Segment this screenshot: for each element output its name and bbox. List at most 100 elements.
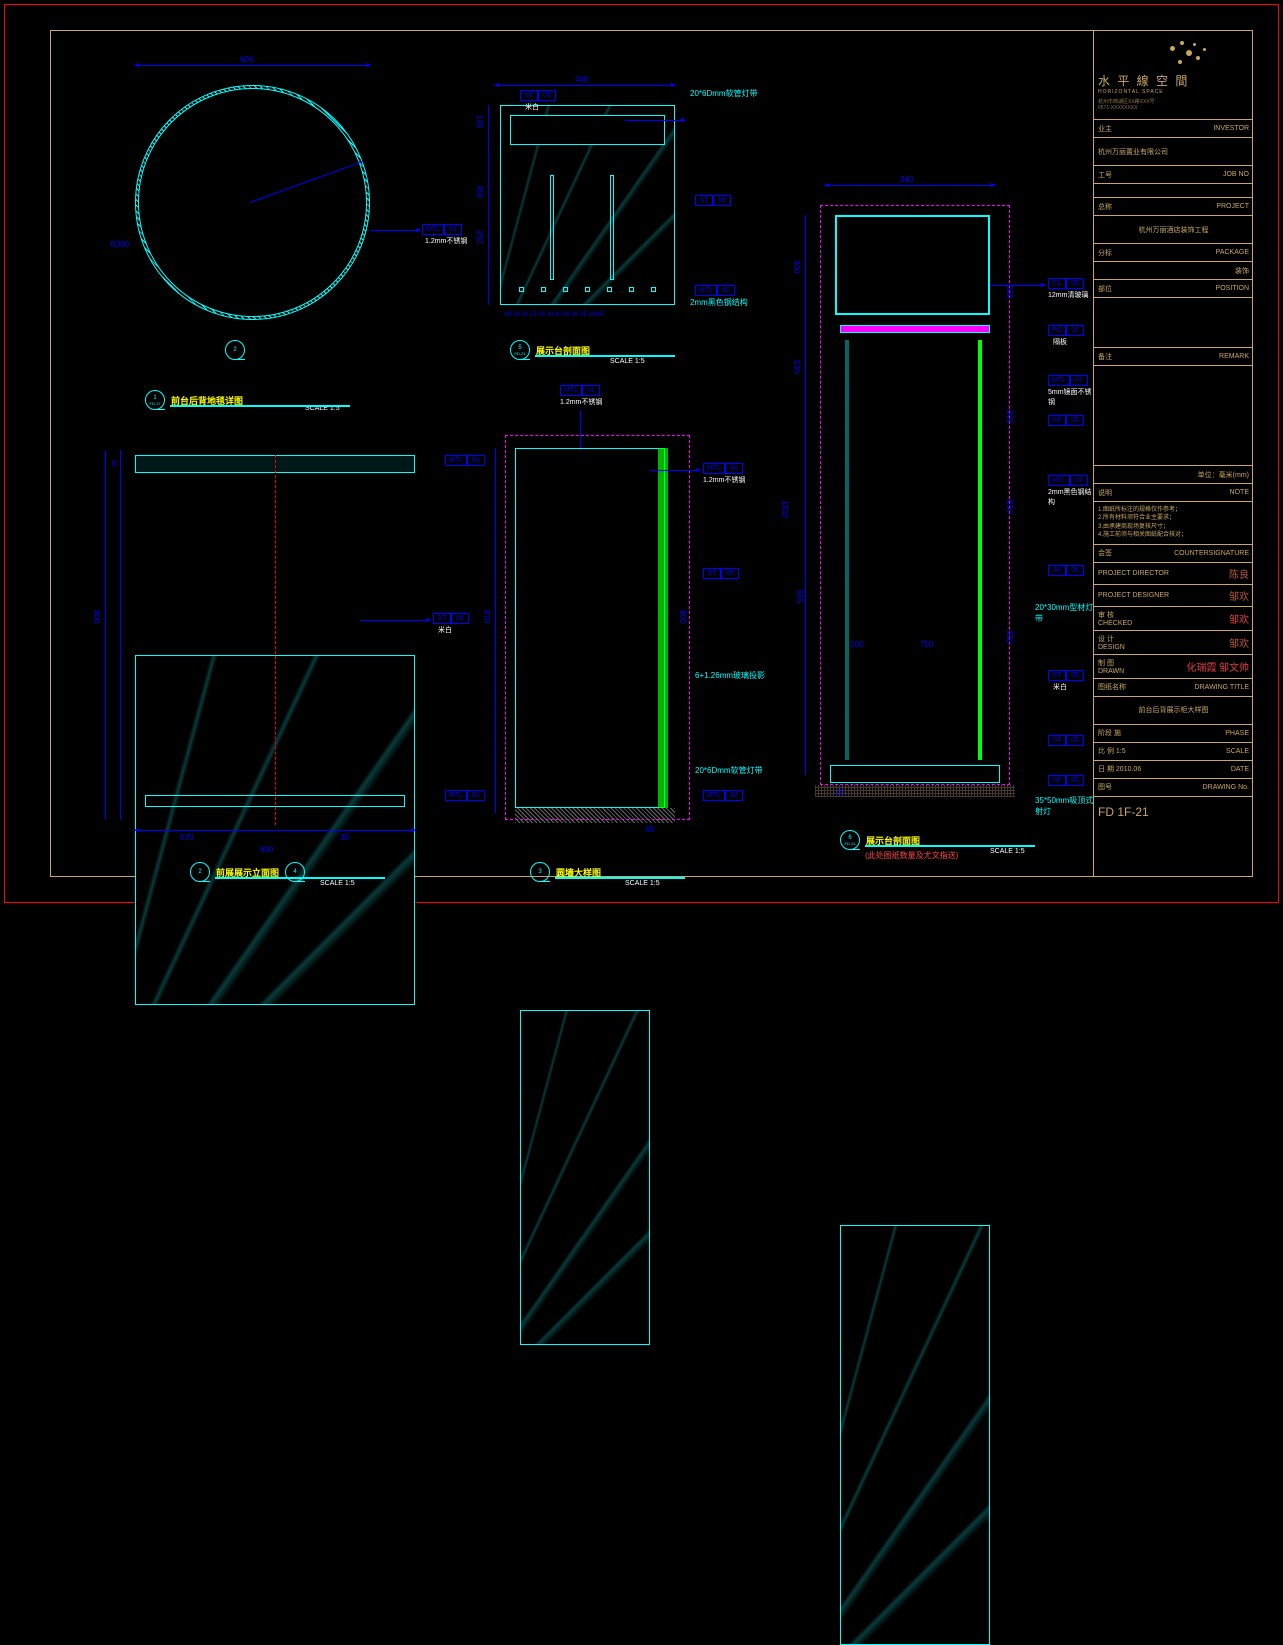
dim (135, 830, 415, 831)
tag: ST05 (1048, 670, 1084, 681)
v6note: (此处图纸数量及尤文指送) (865, 850, 958, 861)
drawing-number: FD 1F-21 (1094, 797, 1253, 827)
v6-glass (978, 340, 982, 760)
d100b: 100 (850, 640, 863, 649)
v6-top-box (835, 215, 990, 315)
v6-title: 6FD-21 展示台剖面图 (840, 830, 920, 850)
tag: SF05 (1048, 775, 1084, 786)
scale: SCALE 1:5 (610, 358, 645, 365)
investor-val: 杭州万丽置业有限公司 (1094, 138, 1253, 166)
v2-title: 2 前展展示立面图 4 (190, 862, 305, 882)
row-package: 分标PACKAGE (1094, 244, 1253, 262)
v6-base (830, 765, 1000, 783)
logo-area: 水 平 線 空 間 HORIZONTAL SPACE 杭州市西湖区XX路XXX号… (1094, 30, 1253, 120)
row-pd: PROJECT DIRECTOR陈良 (1094, 563, 1253, 585)
tag: MTL01 (445, 790, 485, 801)
dim-v (488, 105, 489, 305)
row-position: 部位POSITION (1094, 280, 1253, 298)
v3-title: 3 圆墙大样图 (530, 862, 601, 882)
dim-400: 400 (575, 75, 588, 84)
company-name-cn: 水 平 線 空 間 (1098, 72, 1249, 89)
ul (555, 877, 685, 879)
n: 12mm清玻璃 (1048, 290, 1088, 300)
company-name-en: HORIZONTAL SPACE (1098, 89, 1249, 95)
led-note: 20*6Dmm软管灯带 (690, 88, 758, 99)
row-note: 说明NOTE (1094, 484, 1253, 502)
note: 1.2mm不锈钢 (560, 397, 602, 407)
row-project: 总称PROJECT (1094, 198, 1253, 216)
d250: 250 (475, 230, 484, 243)
d: 650 (1005, 500, 1014, 513)
dimv (120, 450, 121, 820)
d800b: 800 (678, 610, 687, 623)
row-date: 日 期 2010.06DATE (1094, 761, 1253, 779)
note: 米白 (438, 625, 452, 635)
drawing-title: 前台后背展示柜大样图 (1094, 697, 1253, 725)
dim-line (135, 65, 370, 66)
row-chk: 审 核CHECKED邹欢 (1094, 607, 1253, 631)
ul (535, 355, 675, 357)
tag: ST05 (703, 568, 739, 579)
led2: 20*30mm型材灯带 (1035, 602, 1095, 624)
title-block: 水 平 線 空 間 HORIZONTAL SPACE 杭州市西湖区XX路XXX号… (1093, 30, 1253, 877)
dim-r300: R300 (110, 240, 129, 249)
d570: 570 (180, 833, 193, 842)
v3-panel (520, 1010, 650, 1345)
row-des: 设 计DESIGN邹欢 (1094, 631, 1253, 655)
leader (625, 120, 685, 121)
n: 2mm黑色钢结构 (1048, 487, 1095, 507)
d800: 800 (92, 610, 101, 623)
tag: MTL07 (1048, 375, 1088, 386)
tag: SF05 (1048, 415, 1084, 426)
d870: 870 (482, 610, 491, 623)
dots-row (510, 283, 665, 295)
glass: 6+1.26mm玻璃投影 (695, 670, 765, 681)
d340: 340 (900, 175, 913, 184)
d: 300 (1005, 285, 1014, 298)
row-phase: 阶段 施PHASE (1094, 725, 1253, 743)
dimv (805, 215, 806, 775)
drawing-canvas: 600 R300 MTL01 1.2mm不锈钢 2 1FD-17 前台后背地毯详… (50, 30, 1095, 877)
dimv (105, 450, 106, 820)
logo-icon (1098, 38, 1249, 68)
note: 1.2mm不锈钢 (703, 475, 745, 485)
dim-600: 600 (240, 55, 253, 64)
l (990, 285, 1045, 286)
tag: MTL02 (1048, 475, 1088, 486)
ul (865, 845, 1035, 847)
d1330: 1330 (780, 500, 789, 518)
note: 米白 (525, 102, 539, 112)
scale: SCALE 1:5 (625, 880, 660, 887)
row-remark: 备注REMARK (1094, 348, 1253, 366)
ground (815, 785, 1015, 797)
position-val (1094, 298, 1253, 348)
ul (215, 877, 385, 879)
dim (495, 85, 675, 86)
section-mark-2: 2 (225, 340, 245, 360)
row-drw: 制 图DRAWN化瑞霞 邹文帅 (1094, 655, 1253, 679)
note: 2mm黑色钢结构 (690, 297, 748, 308)
d40: 40 (645, 825, 654, 834)
v6-body (840, 1225, 990, 1645)
unit: 单位：毫米(mm) (1094, 466, 1253, 484)
tel: 0571-XXXXXXXX (1098, 105, 1249, 111)
tag-mtl01: MTL01 (422, 224, 462, 235)
leader (370, 230, 420, 231)
v6-shelf (840, 325, 990, 333)
row-dt: 图纸名称DRAWING TITLE (1094, 679, 1253, 697)
tag: PG07 (1048, 325, 1084, 336)
bar (550, 175, 554, 280)
circle-inner (138, 88, 367, 317)
centerline (275, 455, 276, 825)
view5-title: 5FD-21 展示台剖面图 (510, 340, 590, 360)
d750: 750 (920, 640, 933, 649)
tag: CL05 (1048, 278, 1084, 289)
row-cs: 会签COUNTERSIGNATURE (1094, 545, 1253, 563)
d30: 30 (340, 833, 349, 842)
scale: SCALE 1:5 (990, 848, 1025, 855)
d300: 300 (792, 260, 801, 273)
tag: MTL02 (703, 790, 743, 801)
d600: 600 (260, 845, 273, 854)
row-scale: 比 例 1:5SCALE (1094, 743, 1253, 761)
jobno-val (1094, 184, 1253, 198)
